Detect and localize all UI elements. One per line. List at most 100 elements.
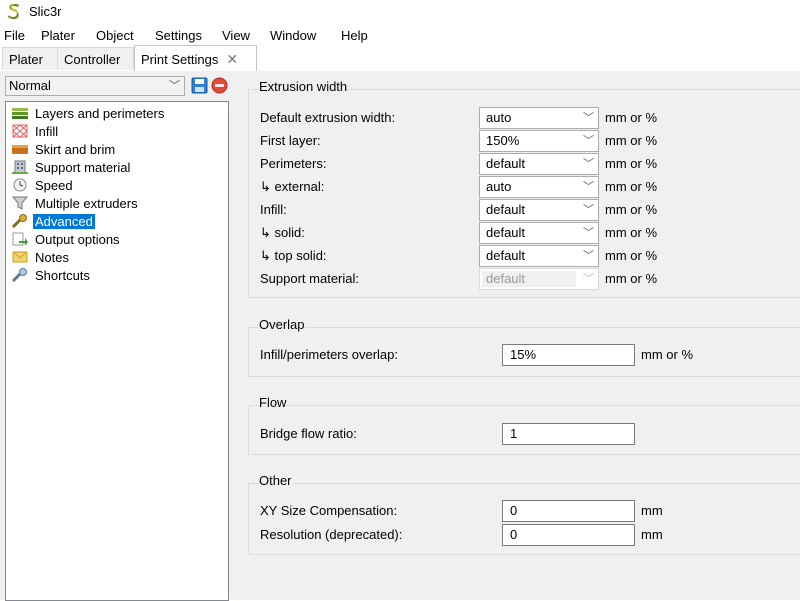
tree-item-advanced[interactable]: Advanced (11, 213, 95, 230)
wrench2-icon (11, 268, 27, 282)
preset-dropdown-value: Normal (9, 78, 51, 93)
default-extrusion-width-combo[interactable]: auto ﹀ (479, 107, 599, 129)
infill-perimeters-overlap-label: Infill/perimeters overlap: (260, 347, 398, 362)
menu-window[interactable]: Window (270, 28, 316, 43)
solid-infill-label: ↳ solid: (260, 225, 305, 240)
building-icon (12, 160, 28, 174)
unit-label: mm or % (605, 248, 657, 263)
support-material-label: Support material: (260, 271, 359, 286)
tree-item-output-options[interactable]: Output options (11, 231, 122, 248)
unit-label: mm or % (605, 202, 657, 217)
unit-label: mm or % (605, 110, 657, 125)
tree-item-skirt-and-brim[interactable]: Skirt and brim (11, 141, 117, 158)
combo-value: auto (486, 179, 512, 194)
title-bar: Slic3r (0, 0, 800, 24)
menu-help[interactable]: Help (341, 28, 368, 43)
chevron-down-icon: ﹀ (583, 273, 594, 285)
unit-label: mm (641, 503, 663, 518)
input-value: 15% (510, 347, 537, 362)
tab-plater[interactable]: Plater (2, 47, 60, 70)
top-solid-infill-combo[interactable]: default ﹀ (479, 245, 599, 267)
tab-plater-label: Plater (9, 52, 43, 67)
top-solid-infill-label: ↳ top solid: (260, 248, 327, 263)
unit-label: mm or % (641, 347, 693, 362)
tree-item-speed[interactable]: Speed (11, 177, 75, 194)
preset-dropdown[interactable]: Normal ﹀ (5, 76, 185, 96)
delete-preset-icon[interactable] (211, 77, 228, 94)
close-icon[interactable]: ✕ (226, 51, 238, 67)
chevron-down-icon: ﹀ (583, 112, 594, 124)
group-title: Other (259, 473, 292, 488)
menu-settings[interactable]: Settings (155, 28, 202, 43)
wrench-icon (11, 214, 27, 228)
unit-label: mm (641, 527, 663, 542)
bridge-flow-ratio-input[interactable]: 1 (502, 423, 635, 445)
menu-view[interactable]: View (222, 28, 250, 43)
tree-item-label: Notes (35, 250, 69, 265)
bridge-flow-ratio-label: Bridge flow ratio: (260, 426, 357, 441)
menu-object[interactable]: Object (96, 28, 134, 43)
window-title: Slic3r (29, 4, 62, 19)
infill-icon (12, 124, 28, 138)
combo-value: default (486, 271, 526, 286)
tree-item-multiple-extruders[interactable]: Multiple extruders (11, 195, 140, 212)
output-icon (12, 232, 28, 246)
tree-item-notes[interactable]: Notes (11, 249, 71, 266)
group-title: Overlap (259, 317, 305, 332)
infill-label: Infill: (260, 202, 287, 217)
settings-page-tree[interactable]: Layers and perimeters Infill Skirt and b… (5, 101, 229, 601)
combo-value: default (486, 225, 526, 240)
external-perimeters-combo[interactable]: auto ﹀ (479, 176, 599, 198)
layers-icon (12, 108, 28, 119)
solid-infill-combo[interactable]: default ﹀ (479, 222, 599, 244)
clock-icon (13, 178, 27, 192)
skirt-icon (12, 145, 28, 154)
save-preset-icon[interactable] (191, 77, 208, 94)
tab-bar: Plater Controller Print Settings ✕ (0, 45, 800, 72)
tab-print-settings[interactable]: Print Settings ✕ (134, 45, 257, 72)
tree-item-shortcuts[interactable]: Shortcuts (11, 267, 92, 284)
unit-label: mm or % (605, 271, 657, 286)
resolution-input[interactable]: 0 (502, 524, 635, 546)
chevron-down-icon: ﹀ (583, 158, 594, 170)
tree-item-label: Skirt and brim (35, 142, 116, 157)
tab-controller[interactable]: Controller (57, 47, 134, 70)
tree-item-label: Advanced (33, 214, 95, 229)
combo-value: default (486, 202, 526, 217)
group-overlap: Overlap Infill/perimeters overlap: 15% m… (248, 317, 800, 377)
resolution-label: Resolution (deprecated): (260, 527, 403, 542)
tree-item-support-material[interactable]: Support material (11, 159, 132, 176)
first-layer-label: First layer: (260, 133, 321, 148)
group-title: Flow (259, 395, 287, 410)
menu-plater[interactable]: Plater (41, 28, 75, 43)
infill-perimeters-overlap-input[interactable]: 15% (502, 344, 635, 366)
default-extrusion-width-label: Default extrusion width: (260, 110, 396, 125)
xy-size-compensation-input[interactable]: 0 (502, 500, 635, 522)
menu-bar: File Plater Object Settings View Window … (0, 25, 800, 46)
combo-value: default (486, 156, 526, 171)
tree-item-layers-and-perimeters[interactable]: Layers and perimeters (11, 105, 166, 122)
input-value: 0 (510, 503, 518, 518)
tree-item-label: Layers and perimeters (35, 106, 165, 121)
chevron-down-icon: ﹀ (583, 227, 594, 239)
tree-item-infill[interactable]: Infill (11, 123, 60, 140)
unit-label: mm or % (605, 133, 657, 148)
infill-combo[interactable]: default ﹀ (479, 199, 599, 221)
tab-controller-label: Controller (64, 52, 121, 67)
tree-item-label: Output options (35, 232, 120, 247)
funnel-icon (11, 196, 29, 210)
tree-item-label: Speed (35, 178, 73, 193)
perimeters-combo[interactable]: default ﹀ (479, 153, 599, 175)
input-value: 0 (510, 527, 518, 542)
chevron-down-icon: ﹀ (583, 135, 594, 147)
menu-file[interactable]: File (4, 28, 25, 43)
group-extrusion-width: Extrusion width Default extrusion width:… (248, 79, 800, 298)
perimeters-label: Perimeters: (260, 156, 327, 171)
unit-label: mm or % (605, 156, 657, 171)
print-settings-panel: Normal ﹀ Layers and perimeters Infill Sk… (0, 71, 800, 601)
combo-value: default (486, 248, 526, 263)
combo-value: auto (486, 110, 512, 125)
xy-size-compensation-label: XY Size Compensation: (260, 503, 398, 518)
first-layer-combo[interactable]: 150% ﹀ (479, 130, 599, 152)
chevron-down-icon: ﹀ (583, 204, 594, 216)
